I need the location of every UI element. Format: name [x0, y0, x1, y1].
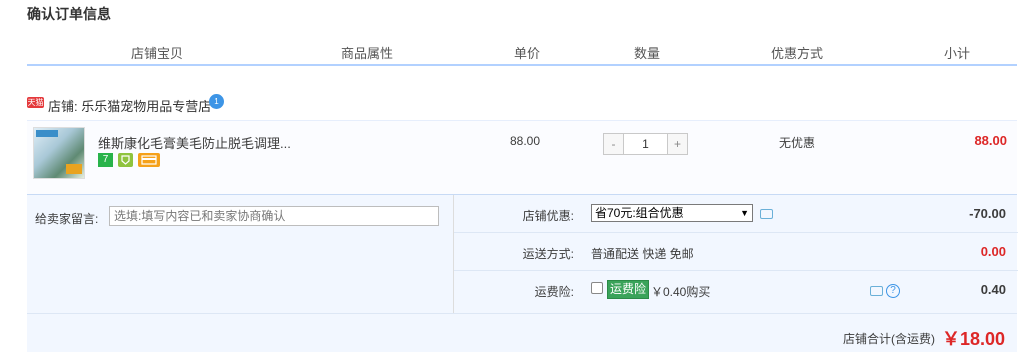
shipping-row: 运送方式: 普通配送 快递 免邮 0.00 — [454, 233, 1018, 271]
table-header: 店铺宝贝 商品属性 单价 数量 优惠方式 小计 — [27, 38, 1019, 66]
tmall-icon: 天猫 — [27, 97, 44, 108]
col-item: 店铺宝贝 — [130, 46, 183, 61]
message-label: 给卖家留言: — [35, 212, 99, 226]
shop-name[interactable]: 店铺: 乐乐猫宠物用品专营店 — [48, 96, 211, 115]
seven-day-return-icon[interactable]: 7 — [98, 153, 113, 167]
shop-discount-value: -70.00 — [969, 206, 1006, 221]
help-icon[interactable]: ? — [886, 284, 900, 298]
col-price: 单价 — [513, 46, 540, 61]
insurance-label: 运费险: — [534, 285, 574, 299]
item-subtotal: 88.00 — [974, 133, 1007, 148]
shop-total-value: ￥18.00 — [941, 329, 1005, 349]
insurance-price: ￥0.40购买 — [651, 285, 711, 299]
page-title: 确认订单信息 — [27, 6, 111, 22]
insurance-row: 运费险: 运费险 ￥0.40购买 ? 0.40 — [454, 271, 1018, 309]
dropdown-arrow-icon: ▼ — [740, 208, 749, 218]
shop-total-label: 店铺合计(含运费) — [843, 332, 935, 346]
wangwang-chat-icon[interactable]: 1 — [209, 94, 224, 109]
shop-discount-row: 店铺优惠: 省70元:组合优惠 ▼ -70.00 — [454, 195, 1018, 233]
promotion-text: 无优惠 — [778, 136, 815, 150]
col-promotion: 优惠方式 — [770, 46, 823, 61]
quantity-input[interactable]: 1 — [624, 134, 667, 154]
order-summary-options: 店铺优惠: 省70元:组合优惠 ▼ -70.00 运送方式: 普通配送 快递 免… — [453, 195, 1018, 313]
product-name[interactable]: 维斯康化毛膏美毛防止脱毛调理... — [98, 133, 291, 152]
quantity-decrease-button[interactable]: - — [604, 134, 624, 154]
shop-discount-label: 店铺优惠: — [522, 209, 574, 223]
credit-card-icon[interactable] — [138, 153, 160, 167]
header-divider — [27, 64, 1017, 66]
comment-icon[interactable] — [870, 286, 883, 296]
order-options-panel: 给卖家留言: 选填:填写内容已和卖家协商确认 店铺优惠: 省70元:组合优惠 ▼… — [27, 194, 1018, 352]
insurance-checkbox[interactable] — [591, 282, 603, 294]
quantity-increase-button[interactable]: + — [667, 134, 687, 154]
shop-discount-select[interactable]: 省70元:组合优惠 ▼ — [591, 204, 753, 222]
col-subtotal: 小计 — [943, 46, 970, 61]
shipping-fee: 0.00 — [980, 244, 1006, 259]
insurance-value: 0.40 — [980, 282, 1006, 297]
guarantee-icon[interactable] — [118, 153, 133, 167]
thumbnail-tag — [66, 164, 82, 174]
shop-discount-selected: 省70元:组合优惠 — [595, 206, 684, 220]
insurance-tag: 运费险 — [607, 280, 650, 299]
message-to-seller-input[interactable]: 选填:填写内容已和卖家协商确认 — [109, 206, 439, 226]
col-quantity: 数量 — [633, 46, 660, 61]
shop-total-row: 店铺合计(含运费) ￥18.00 — [27, 313, 1017, 352]
order-item-row: 维斯康化毛膏美毛防止脱毛调理... 7 88.00 - 1 + 无优惠 88.0… — [27, 120, 1017, 194]
shipping-label: 运送方式: — [522, 247, 574, 261]
product-thumbnail[interactable] — [33, 127, 85, 179]
thumbnail-badge — [36, 130, 58, 137]
shipping-method: 普通配送 快递 免邮 — [591, 247, 694, 261]
comment-icon[interactable] — [760, 209, 773, 219]
col-attributes: 商品属性 — [340, 46, 393, 61]
unit-price: 88.00 — [509, 134, 541, 148]
quantity-stepper: - 1 + — [603, 133, 688, 155]
